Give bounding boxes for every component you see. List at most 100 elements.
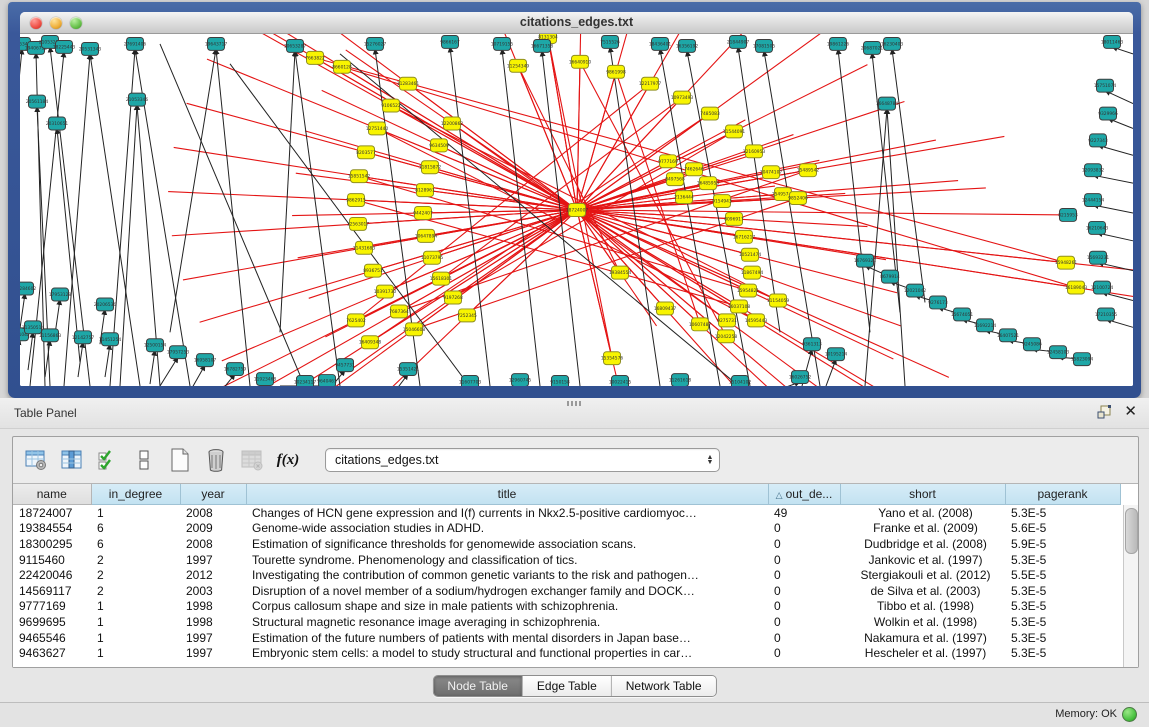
network-canvas-area[interactable]: 1872400776638228660128112834619106522127… <box>20 34 1133 386</box>
table-cell: 18724007 <box>13 505 91 521</box>
table-cell: Embryonic stem cells: a model to study s… <box>246 645 768 661</box>
table-cell: 5.3E-5 <box>1005 505 1120 521</box>
table-cell: 0 <box>768 599 840 615</box>
column-header-title[interactable]: title <box>246 484 768 505</box>
graph-node-label: 20310651 <box>46 121 69 127</box>
graph-node-label: 9777169 <box>658 159 678 165</box>
edge <box>170 49 216 332</box>
graph-node-label: 15851542 <box>348 174 371 180</box>
table-select-dropdown[interactable]: citations_edges.txt ▲▼ <box>325 448 720 472</box>
column-header-pagerank[interactable]: pagerank <box>1005 484 1120 505</box>
column-header-out-degree[interactable]: △out_de... <box>768 484 840 505</box>
table-cell: 1 <box>91 505 180 521</box>
table-panel-header: Table Panel ✕ <box>0 398 1149 429</box>
function-builder-icon[interactable]: f(x) <box>275 447 301 473</box>
table-cell: 9463627 <box>13 645 91 661</box>
import-table-disabled-icon <box>239 447 265 473</box>
table-cell: Estimation of significance thresholds fo… <box>246 536 768 552</box>
table-row[interactable]: 1872400712008Changes of HCN gene express… <box>13 505 1120 521</box>
graph-node-label: 12160953 <box>743 149 766 155</box>
graph-node-label: 9106522 <box>381 103 401 109</box>
memory-status-indicator[interactable] <box>1122 707 1137 722</box>
table-settings-icon[interactable] <box>23 447 49 473</box>
table-cell: 1 <box>91 645 180 661</box>
table-row[interactable]: 977716911998Corpus callosum shape and si… <box>13 599 1120 615</box>
create-table-icon[interactable] <box>167 447 193 473</box>
graph-node-label: 18724007 <box>566 208 589 214</box>
table-scrollbar-thumb[interactable] <box>1125 508 1138 554</box>
selected-edge <box>370 210 577 342</box>
graph-node-label: 10973493 <box>671 95 694 101</box>
row-height-icon[interactable] <box>131 447 157 473</box>
table-cell: 5.9E-5 <box>1005 536 1120 552</box>
table-row[interactable]: 1830029562008Estimation of significance … <box>13 536 1120 552</box>
table-row[interactable]: 1938455462009Genome-wide association stu… <box>13 521 1120 537</box>
table-cell: 5.3E-5 <box>1005 599 1120 615</box>
graph-node-label: 9154943 <box>712 199 732 205</box>
table-row[interactable]: 1456911722003Disruption of a novel membe… <box>13 583 1120 599</box>
tab-network-table[interactable]: Network Table <box>611 676 716 696</box>
column-header-short[interactable]: short <box>840 484 1005 505</box>
graph-node-label: 15674051 <box>951 312 974 318</box>
sort-ascending-icon: △ <box>776 490 783 500</box>
column-checkboxes-icon[interactable] <box>95 447 121 473</box>
splitter-grip[interactable] <box>567 401 581 406</box>
table-cell: 2 <box>91 552 180 568</box>
table-cell: 1 <box>91 614 180 630</box>
table-cell: 0 <box>768 630 840 646</box>
status-bar: Memory: OK <box>0 702 1149 727</box>
tab-edge-table[interactable]: Edge Table <box>522 676 611 696</box>
table-cell: Genome-wide association studies in ADHD. <box>246 521 768 537</box>
graph-node-label: 9275731 <box>717 318 737 324</box>
graph-node-label: 12100724 <box>1091 285 1114 291</box>
graph-node-label: 10521474 <box>739 252 762 258</box>
graph-node-label: 21844907 <box>727 39 750 45</box>
graph-node-label: 17957253 <box>167 350 190 356</box>
table-select-value: citations_edges.txt <box>326 453 701 467</box>
graph-node-label: 16485953 <box>697 181 720 187</box>
float-panel-icon[interactable] <box>1096 404 1112 420</box>
graph-node-label: 12563017 <box>347 221 370 227</box>
graph-node-label: 8215953 <box>1058 212 1078 218</box>
graph-node-label: 11261618 <box>669 378 692 384</box>
graph-node-label: 18436401 <box>649 41 672 47</box>
column-header-in-degree[interactable]: in_degree <box>91 484 180 505</box>
edge <box>150 350 155 384</box>
table-row[interactable]: 969969511998Structural magnetic resonanc… <box>13 614 1120 630</box>
graph-node-label: 16409348 <box>359 340 382 346</box>
table-row[interactable]: 2242004622012Investigating the contribut… <box>13 567 1120 583</box>
table-cell: 5.3E-5 <box>1005 645 1120 661</box>
graph-node-label: 7663822 <box>305 55 325 61</box>
close-panel-icon[interactable]: ✕ <box>1124 404 1137 420</box>
graph-node-label: 8096917 <box>724 216 744 222</box>
table-cell: 0 <box>768 536 840 552</box>
tab-node-table[interactable]: Node Table <box>433 676 522 696</box>
table-cell: 9465546 <box>13 630 91 646</box>
table-row[interactable]: 911546021997Tourette syndrome. Phenomeno… <box>13 552 1120 568</box>
table-row[interactable]: 946554611997Estimation of the future num… <box>13 630 1120 646</box>
column-header-name[interactable]: name <box>13 484 91 505</box>
delete-table-icon[interactable] <box>203 447 229 473</box>
graph-node-label: 12042258 <box>715 334 738 340</box>
graph-node-label: 11692214 <box>974 323 997 329</box>
table-scrollbar[interactable] <box>1123 505 1138 667</box>
table-cell: Wolkin et al. (1998) <box>840 614 1005 630</box>
graph-node-label: 12500154 <box>144 343 167 349</box>
graph-node-label: 9361313 <box>802 342 822 348</box>
edge <box>887 109 905 386</box>
graph-node-label: 16809437 <box>654 306 677 312</box>
graph-node-label: 15693231 <box>1087 255 1110 261</box>
network-graph[interactable]: 1872400776638228660128112834619106522127… <box>20 34 1133 386</box>
graph-node-label: 16769321 <box>854 258 877 264</box>
show-columns-icon[interactable] <box>59 447 85 473</box>
graph-node-label: 7485083 <box>700 111 720 117</box>
table-cell: 5.3E-5 <box>1005 630 1120 646</box>
graph-node-label: 17953128 <box>49 292 72 298</box>
network-window-titlebar[interactable]: citations_edges.txt <box>20 12 1133 34</box>
graph-node-label: 15618301 <box>430 276 453 282</box>
graph-node-label: 15104102 <box>729 380 752 386</box>
column-header-year[interactable]: year <box>180 484 246 505</box>
node-attribute-table: name in_degree year title △out_de... sho… <box>13 484 1121 661</box>
graph-node-label: 10719155 <box>491 41 514 47</box>
table-row[interactable]: 946362711997Embryonic stem cells: a mode… <box>13 645 1120 661</box>
